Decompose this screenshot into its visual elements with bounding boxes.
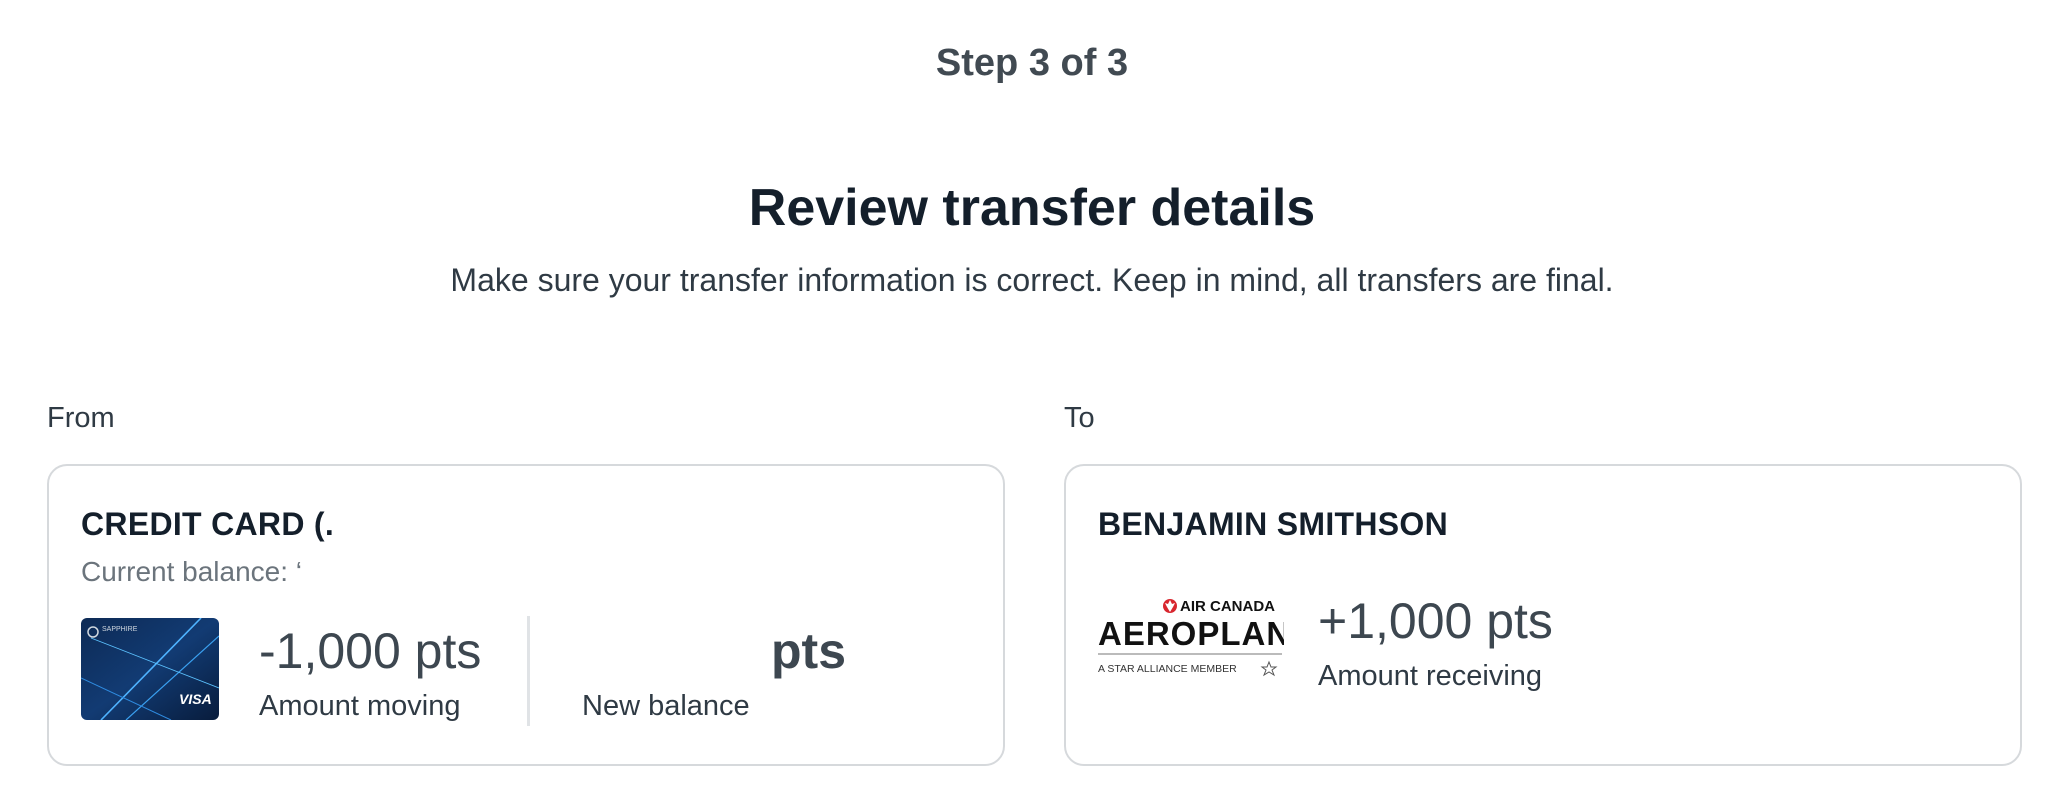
amount-moving-label: Amount moving [259, 690, 461, 722]
amount-moving-value: -1,000 pts [259, 623, 482, 679]
current-balance: Current balance: ‘ [81, 556, 303, 587]
divider [527, 616, 530, 726]
svg-text:A STAR ALLIANCE MEMBER: A STAR ALLIANCE MEMBER [1098, 663, 1237, 675]
credit-card-image: SAPPHIRE VISA [81, 618, 219, 720]
svg-text:VISA: VISA [179, 691, 212, 707]
to-card: BENJAMIN SMITHSON AIR CANADA AEROPLAN A … [1064, 464, 2022, 766]
new-balance-value: pts [771, 623, 846, 679]
from-card: CREDIT CARD (. Current balance: ‘ SAPPHI… [47, 464, 1005, 766]
to-label: To [1064, 402, 1095, 434]
svg-text:AIR CANADA: AIR CANADA [1180, 598, 1275, 615]
page-title: Review transfer details [748, 179, 1316, 237]
svg-text:SAPPHIRE: SAPPHIRE [102, 626, 138, 633]
step-indicator: Step 3 of 3 [935, 42, 1129, 84]
new-balance-label: New balance [582, 690, 750, 722]
page-subtitle: Make sure your transfer information is c… [450, 262, 1614, 298]
recipient-name: BENJAMIN SMITHSON [1098, 506, 1449, 542]
amount-receiving-label: Amount receiving [1318, 660, 1543, 692]
aeroplan-logo: AIR CANADA AEROPLAN A STAR ALLIANCE MEMB… [1098, 594, 1290, 684]
svg-text:AEROPLAN: AEROPLAN [1098, 615, 1284, 652]
from-account-title: CREDIT CARD (. [81, 506, 335, 542]
amount-receiving-value: +1,000 pts [1318, 593, 1553, 649]
from-label: From [47, 402, 115, 434]
